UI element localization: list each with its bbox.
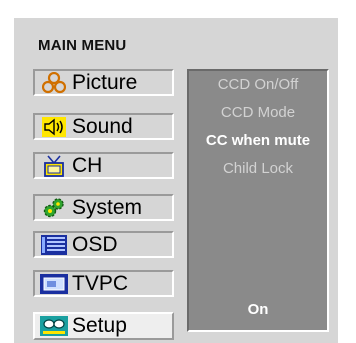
menu-item-sound[interactable]: Sound: [33, 113, 174, 140]
menu-item-label: System: [72, 195, 143, 219]
menu-item-label: CH: [72, 153, 103, 177]
option-ccd-on-off[interactable]: CCD On/Off: [189, 76, 327, 93]
menu-item-ch[interactable]: CH: [33, 152, 174, 179]
option-child-lock[interactable]: Child Lock: [189, 160, 327, 177]
menu-item-osd[interactable]: OSD: [33, 231, 174, 258]
list-icon: [37, 232, 71, 257]
gears-icon: [37, 195, 71, 220]
menu-item-setup[interactable]: Setup: [33, 312, 174, 340]
menu-item-label: OSD: [72, 232, 118, 256]
menu-item-picture[interactable]: Picture: [33, 69, 174, 96]
menu-item-label: TVPC: [72, 271, 129, 295]
menu-title: MAIN MENU: [38, 37, 127, 54]
speaker-icon: [37, 114, 71, 139]
option-value: On: [247, 301, 269, 318]
submenu-panel: CCD On/Off CCD Mode CC when mute Child L…: [187, 69, 329, 332]
picture-icon: [37, 70, 71, 95]
tv-icon: [37, 153, 71, 178]
monitor-icon: [37, 271, 71, 296]
menu-item-label: Picture: [72, 70, 138, 94]
menu-item-system[interactable]: System: [33, 194, 174, 221]
menu-item-tvpc[interactable]: TVPC: [33, 270, 174, 297]
option-cc-when-mute[interactable]: CC when mute: [189, 132, 327, 149]
option-ccd-mode[interactable]: CCD Mode: [189, 104, 327, 121]
setup-icon: [37, 314, 71, 339]
menu-item-label: Setup: [72, 314, 127, 337]
menu-item-label: Sound: [72, 114, 133, 138]
